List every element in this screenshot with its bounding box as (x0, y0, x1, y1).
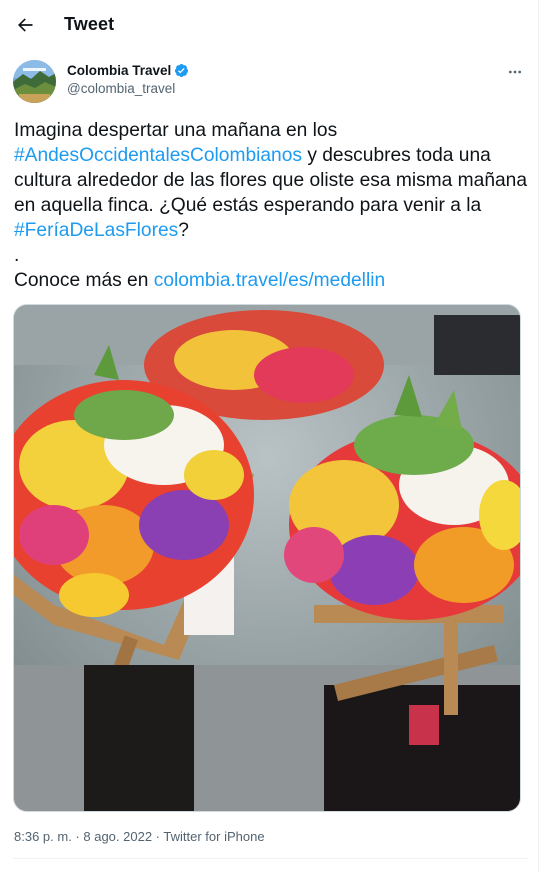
hashtag-link[interactable]: #FeríaDeLasFlores (14, 220, 178, 241)
tweet-line1: Imagina despertar una mañana en los (14, 120, 338, 141)
tweet-source[interactable]: Twitter for iPhone (163, 829, 264, 844)
verified-badge-icon (175, 63, 189, 78)
back-button[interactable] (8, 8, 42, 42)
more-horizontal-icon (509, 70, 521, 74)
page-title: Tweet (64, 14, 115, 34)
author-name[interactable]: Colombia Travel (67, 63, 171, 78)
more-prefix: Conoce más en (14, 270, 154, 291)
author-handle[interactable]: @colombia_travel (67, 81, 189, 96)
arrow-left-icon (18, 18, 33, 32)
tweet-photo[interactable] (13, 304, 521, 812)
hashtag-link[interactable]: #AndesOccidentalesColombianos (14, 145, 302, 166)
tweet-author: Colombia Travel @colombia_travel (13, 60, 528, 104)
tweet-meta: 8:36 p. m. · 8 ago. 2022 · Twitter for i… (14, 829, 265, 844)
tweet-text: Imagina despertar una mañana en los #Ande… (14, 118, 529, 293)
tweet-more: Conoce más en colombia.travel/es/medelli… (14, 268, 529, 293)
url-link[interactable]: colombia.travel/es/medellin (154, 270, 385, 291)
divider (13, 858, 528, 859)
meta-separator: · (152, 829, 164, 844)
meta-separator: · (71, 829, 84, 844)
tweet-dot: . (14, 245, 20, 266)
tweet-date[interactable]: 8 ago. 2022 (83, 829, 152, 844)
more-options-button[interactable] (502, 62, 528, 82)
tweet-time[interactable]: 8:36 p. m. (14, 829, 72, 844)
tweet-header: Tweet (0, 0, 538, 50)
tweet-paragraph: Imagina despertar una mañana en los #Ande… (14, 118, 529, 243)
right-border (538, 0, 539, 872)
tweet-punct: ? (178, 220, 189, 241)
avatar[interactable] (13, 60, 56, 103)
